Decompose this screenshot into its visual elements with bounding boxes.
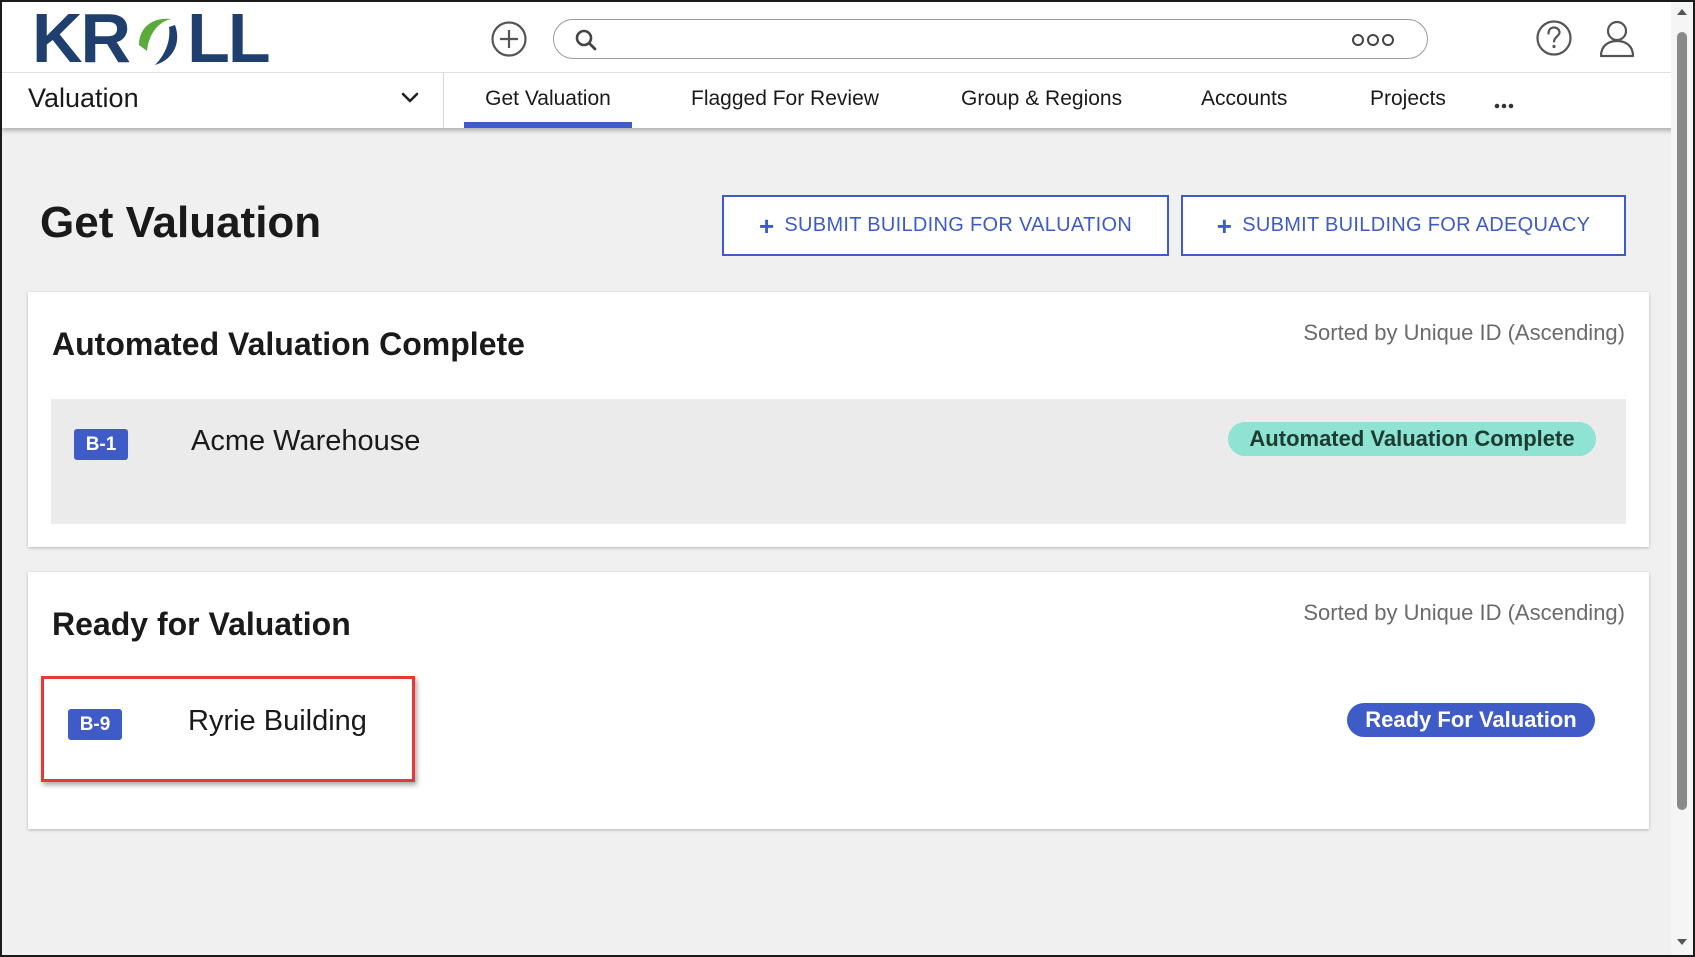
- submit-building-for-valuation-button[interactable]: + SUBMIT BUILDING FOR VALUATION: [722, 195, 1169, 256]
- section-automated-valuation-complete: Automated Valuation Complete Sorted by U…: [28, 292, 1649, 547]
- global-search-bar[interactable]: [553, 19, 1428, 59]
- unique-id-badge: B-1: [74, 429, 128, 460]
- tab-projects[interactable]: Projects: [1370, 73, 1446, 128]
- module-selector-label: Valuation: [28, 83, 139, 113]
- search-input[interactable]: [612, 24, 1312, 54]
- help-icon[interactable]: [1535, 19, 1573, 57]
- unique-id-badge: B-9: [68, 709, 122, 740]
- chevron-down-icon: [401, 92, 419, 103]
- sort-indicator[interactable]: Sorted by Unique ID (Ascending): [1303, 320, 1625, 346]
- logo-text-right: LL: [187, 0, 271, 77]
- section-title: Ready for Valuation: [52, 606, 351, 642]
- logo-text-left: KR: [32, 0, 131, 77]
- highlighted-list-item[interactable]: B-9 Ryrie Building: [41, 676, 415, 782]
- app-window: KR LL Valuation Get Valuation Flagged Fo…: [0, 0, 1695, 957]
- button-label: SUBMIT BUILDING FOR VALUATION: [784, 214, 1133, 236]
- building-name: Acme Warehouse: [191, 425, 421, 457]
- page-title: Get Valuation: [40, 198, 322, 247]
- tab-label: Flagged For Review: [691, 87, 879, 110]
- search-options-icon[interactable]: [1351, 33, 1395, 47]
- scrollbar-thumb[interactable]: [1677, 32, 1687, 810]
- tab-accounts[interactable]: Accounts: [1201, 73, 1287, 128]
- list-item[interactable]: B-1 Acme Warehouse Automated Valuation C…: [51, 399, 1626, 524]
- tab-group-regions[interactable]: Group & Regions: [961, 73, 1122, 128]
- tab-label: Accounts: [1201, 87, 1288, 110]
- logo-o-mark-icon: [131, 9, 185, 67]
- tab-label: Projects: [1370, 87, 1446, 110]
- kroll-logo[interactable]: KR LL: [32, 0, 271, 77]
- top-header: KR LL: [2, 2, 1693, 73]
- add-circle-icon[interactable]: [490, 20, 528, 58]
- section-title: Automated Valuation Complete: [52, 326, 525, 362]
- plus-icon: +: [758, 210, 775, 241]
- module-navbar: Valuation Get Valuation Flagged For Revi…: [2, 73, 1693, 128]
- user-profile-icon[interactable]: [1598, 18, 1636, 58]
- status-badge: Ready For Valuation: [1347, 703, 1595, 737]
- plus-icon: +: [1216, 210, 1233, 241]
- tab-get-valuation[interactable]: Get Valuation: [464, 73, 632, 128]
- vertical-scrollbar[interactable]: [1671, 2, 1693, 955]
- scroll-up-arrow-icon[interactable]: [1676, 8, 1688, 16]
- scroll-down-arrow-icon[interactable]: [1676, 938, 1688, 946]
- submit-building-for-adequacy-button[interactable]: + SUBMIT BUILDING FOR ADEQUACY: [1181, 195, 1626, 256]
- search-icon: [575, 29, 597, 51]
- tab-label: Get Valuation: [485, 87, 611, 110]
- sort-indicator[interactable]: Sorted by Unique ID (Ascending): [1303, 600, 1625, 626]
- tab-flagged-for-review[interactable]: Flagged For Review: [691, 73, 879, 128]
- more-tabs-icon[interactable]: [1494, 103, 1514, 109]
- building-name: Ryrie Building: [188, 705, 367, 737]
- tab-label: Group & Regions: [961, 87, 1123, 110]
- module-selector[interactable]: Valuation: [2, 73, 444, 128]
- button-label: SUBMIT BUILDING FOR ADEQUACY: [1242, 214, 1591, 236]
- status-badge: Automated Valuation Complete: [1228, 422, 1596, 456]
